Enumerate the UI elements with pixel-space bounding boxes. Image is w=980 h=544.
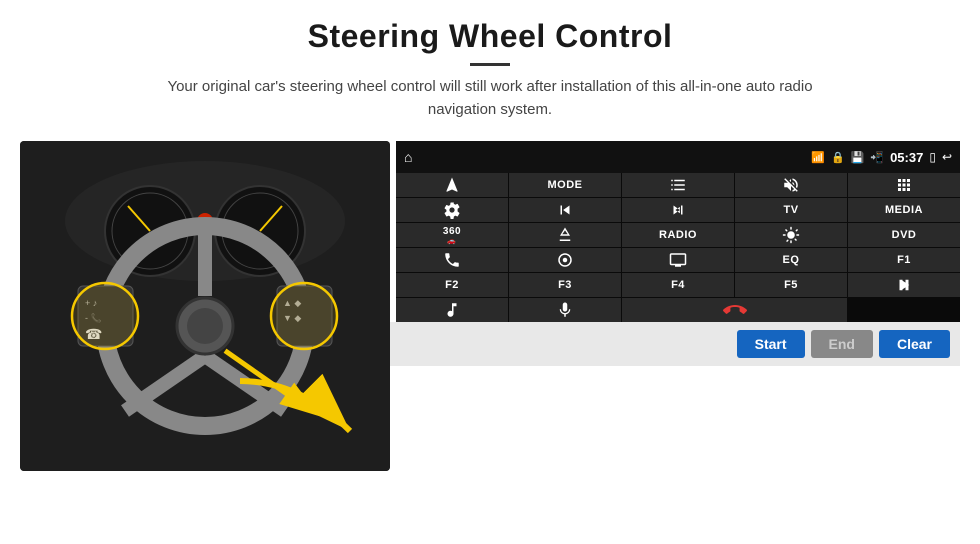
cast-icon: ▯ <box>929 150 936 164</box>
mode-button[interactable]: MODE <box>509 173 621 197</box>
media-button[interactable]: MEDIA <box>848 198 960 222</box>
start-button[interactable]: Start <box>737 330 805 358</box>
status-left: ⌂ <box>404 149 412 165</box>
f1-button[interactable]: F1 <box>848 248 960 272</box>
clear-button[interactable]: Clear <box>879 330 950 358</box>
page-container: Steering Wheel Control Your original car… <box>0 0 980 544</box>
steering-wheel-image: + ♪ - 📞 ☎ ▲ ◆ ▼ ◆ <box>20 141 390 471</box>
sd-icon: 💾 <box>851 151 865 164</box>
control-panel: ⌂ 📶 🔒 💾 📲 05:37 ▯ ↩ <box>396 141 960 322</box>
settings-button[interactable] <box>396 198 508 222</box>
prev-button[interactable] <box>509 198 621 222</box>
status-time: 05:37 <box>890 150 923 165</box>
lock-icon: 🔒 <box>831 151 845 164</box>
bluetooth-icon: 📲 <box>870 151 884 164</box>
f2-button[interactable]: F2 <box>396 273 508 297</box>
call-end-button[interactable] <box>622 298 847 322</box>
wifi-icon: 📶 <box>811 151 825 164</box>
subtitle: Your original car's steering wheel contr… <box>140 76 840 121</box>
mute-button[interactable] <box>735 173 847 197</box>
tv-button[interactable]: TV <box>735 198 847 222</box>
music-button[interactable] <box>396 298 508 322</box>
title-divider <box>470 63 510 66</box>
status-bar: ⌂ 📶 🔒 💾 📲 05:37 ▯ ↩ <box>396 141 960 173</box>
end-button[interactable]: End <box>811 330 873 358</box>
back-icon: ↩ <box>942 150 952 164</box>
navi-circle-button[interactable] <box>509 248 621 272</box>
screen-button[interactable] <box>622 248 734 272</box>
home-icon[interactable]: ⌂ <box>404 149 412 165</box>
header-section: Steering Wheel Control Your original car… <box>0 0 980 129</box>
f3-button[interactable]: F3 <box>509 273 621 297</box>
content-area: + ♪ - 📞 ☎ ▲ ◆ ▼ ◆ <box>0 141 980 544</box>
cam360-button[interactable]: 360 🚗 <box>396 223 508 247</box>
dvd-button[interactable]: DVD <box>848 223 960 247</box>
f5-button[interactable]: F5 <box>735 273 847 297</box>
mic-button[interactable] <box>509 298 621 322</box>
f4-button[interactable]: F4 <box>622 273 734 297</box>
next-button[interactable] <box>622 198 734 222</box>
eq-button[interactable]: EQ <box>735 248 847 272</box>
page-title: Steering Wheel Control <box>40 18 940 55</box>
nav-button[interactable] <box>396 173 508 197</box>
apps-button[interactable] <box>848 173 960 197</box>
radio-button[interactable]: RADIO <box>622 223 734 247</box>
action-bar: Start End Clear <box>390 322 960 366</box>
status-right: 📶 🔒 💾 📲 05:37 ▯ ↩ <box>811 150 952 165</box>
panel-and-actions: ⌂ 📶 🔒 💾 📲 05:37 ▯ ↩ <box>390 141 960 366</box>
button-grid: MODE <box>396 173 960 322</box>
playpause-button[interactable] <box>848 273 960 297</box>
phone-button[interactable] <box>396 248 508 272</box>
list-button[interactable] <box>622 173 734 197</box>
brightness-button[interactable] <box>735 223 847 247</box>
eject-button[interactable] <box>509 223 621 247</box>
